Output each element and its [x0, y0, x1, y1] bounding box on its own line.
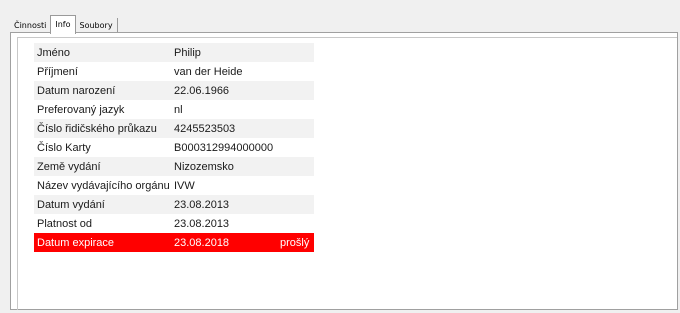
- row-label: Číslo Karty: [34, 138, 171, 157]
- row-label: Název vydávajícího orgánu: [34, 176, 171, 195]
- row-extra: [277, 157, 314, 176]
- row-value: van der Heide: [171, 62, 277, 81]
- row-label: Číslo řidičského průkazu: [34, 119, 171, 138]
- row-extra: [277, 81, 314, 100]
- table-row: Číslo Karty B000312994000000: [34, 138, 314, 157]
- row-label: Preferovaný jazyk: [34, 100, 171, 119]
- expired-status: prošlý: [277, 233, 314, 252]
- tab-bar: Činnosti Info Soubory: [10, 13, 118, 34]
- row-extra: [277, 62, 314, 81]
- table-row: Jméno Philip: [34, 43, 314, 62]
- row-value: IVW: [171, 176, 277, 195]
- row-value: 4245523503: [171, 119, 277, 138]
- row-extra: [277, 214, 314, 233]
- row-label: Země vydání: [34, 157, 171, 176]
- row-value: 23.08.2013: [171, 195, 277, 214]
- row-value: 23.08.2013: [171, 214, 277, 233]
- row-extra: [277, 195, 314, 214]
- row-value: 23.08.2018: [171, 233, 277, 252]
- row-extra: [277, 43, 314, 62]
- row-label: Datum narození: [34, 81, 171, 100]
- row-extra: [277, 100, 314, 119]
- row-label: Jméno: [34, 43, 171, 62]
- row-extra: [277, 119, 314, 138]
- row-extra: [277, 138, 314, 157]
- table-row: Název vydávajícího orgánu IVW: [34, 176, 314, 195]
- row-label: Datum vydání: [34, 195, 171, 214]
- table-row: Příjmení van der Heide: [34, 62, 314, 81]
- tab-soubory[interactable]: Soubory: [75, 18, 118, 33]
- table-row: Datum vydání 23.08.2013: [34, 195, 314, 214]
- table-row-expired: Datum expirace 23.08.2018 prošlý: [34, 233, 314, 252]
- row-value: nl: [171, 100, 277, 119]
- driver-card-window: Činnosti Info Soubory Jméno Philip Příjm…: [0, 0, 680, 313]
- table-row: Země vydání Nizozemsko: [34, 157, 314, 176]
- row-value: B000312994000000: [171, 138, 277, 157]
- info-table: Jméno Philip Příjmení van der Heide Datu…: [34, 43, 314, 252]
- tab-cinnosti[interactable]: Činnosti: [10, 18, 51, 33]
- row-value: Philip: [171, 43, 277, 62]
- row-value: Nizozemsko: [171, 157, 277, 176]
- row-label: Datum expirace: [34, 233, 171, 252]
- table-row: Platnost od 23.08.2013: [34, 214, 314, 233]
- row-value: 22.06.1966: [171, 81, 277, 100]
- row-label: Příjmení: [34, 62, 171, 81]
- table-row: Datum narození 22.06.1966: [34, 81, 314, 100]
- table-row: Preferovaný jazyk nl: [34, 100, 314, 119]
- row-extra: [277, 176, 314, 195]
- row-label: Platnost od: [34, 214, 171, 233]
- table-row: Číslo řidičského průkazu 4245523503: [34, 119, 314, 138]
- tab-info[interactable]: Info: [50, 15, 76, 34]
